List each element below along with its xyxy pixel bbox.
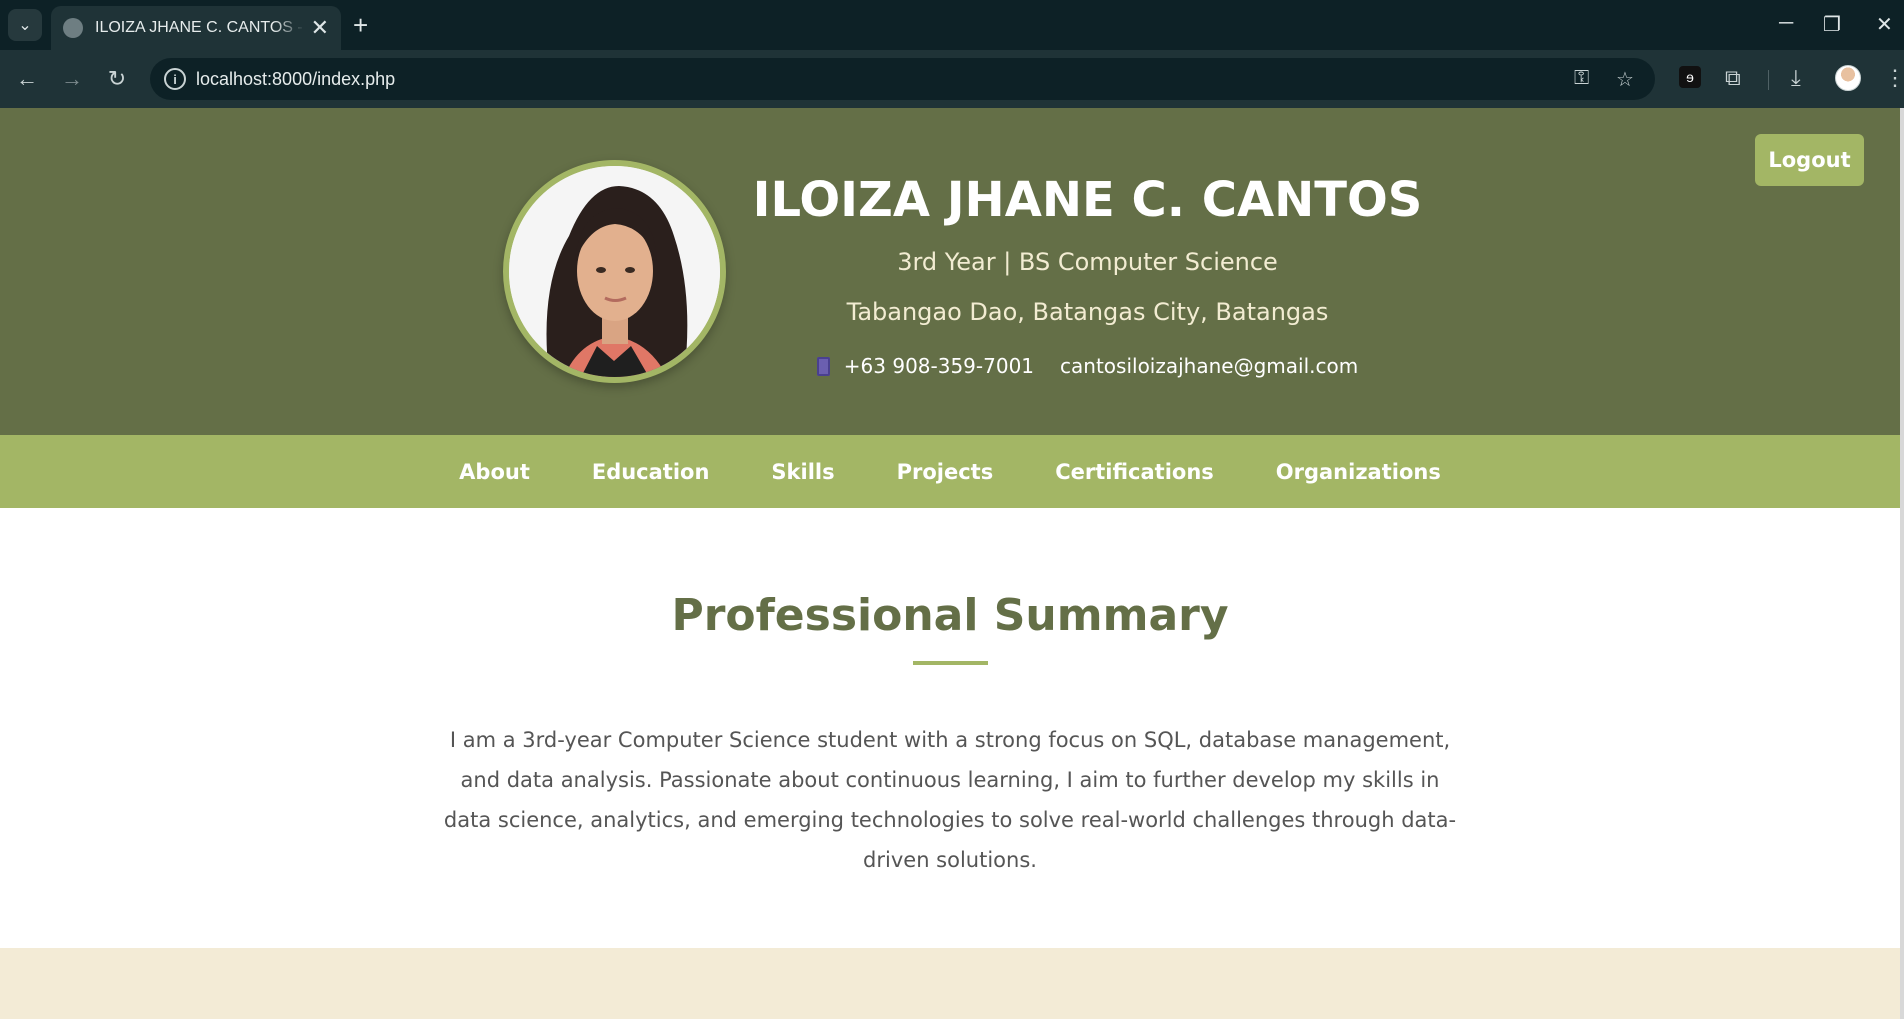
summary-paragraph: I am a 3rd-year Computer Science student… (443, 728, 1457, 872)
close-icon[interactable]: ✕ (311, 17, 329, 39)
profile-name: ILOIZA JHANE C. CANTOS (752, 172, 1423, 228)
profile-header: Logout ILOIZA JHANE C. CANTOS 3rd Year |… (0, 108, 1900, 435)
restore-button[interactable]: ❐ (1823, 12, 1841, 37)
key-icon[interactable]: ⚿ (1574, 67, 1589, 90)
profile-subtitle: 3rd Year | BS Computer Science (897, 248, 1278, 276)
next-section (0, 948, 1900, 1019)
back-button[interactable]: ← (12, 64, 42, 94)
arrow-left-icon: ← (16, 66, 38, 91)
nav-education[interactable]: Education (561, 460, 741, 484)
section-nav: About Education Skills Projects Certific… (0, 435, 1900, 508)
title-underline (913, 661, 988, 665)
window-close-button[interactable]: ✕ (1876, 12, 1893, 37)
email-address: cantosiloizajhane@gmail.com (1060, 354, 1359, 378)
toolbar-divider (1768, 70, 1769, 90)
section-title: Professional Summary (671, 590, 1229, 641)
contact-info: +63 908-359-7001 cantosiloizajhane@gmail… (720, 354, 1455, 378)
extension-icon[interactable]: ɘ (1679, 66, 1701, 88)
portfolio-page: Logout ILOIZA JHANE C. CANTOS 3rd Year |… (0, 108, 1900, 1019)
address-bar[interactable]: i localhost:8000/index.php ⚿ ☆ (150, 58, 1655, 100)
browser-tab-active[interactable]: ILOIZA JHANE C. CANTOS - Portfolio ✕ (51, 6, 341, 50)
profile-photo-image (509, 166, 720, 377)
professional-summary-section: Professional Summary I am a 3rd-year Com… (0, 508, 1900, 1019)
page-viewport: Logout ILOIZA JHANE C. CANTOS 3rd Year |… (0, 108, 1904, 1019)
chevron-down-icon: ⌄ (18, 17, 32, 34)
reload-button[interactable]: ↻ (102, 64, 132, 94)
info-icon[interactable]: i (164, 68, 186, 90)
phone-icon (816, 356, 830, 376)
url-text[interactable]: localhost:8000/index.php (196, 69, 395, 90)
download-icon[interactable]: ⤓ (1791, 65, 1801, 91)
nav-about[interactable]: About (428, 460, 561, 484)
arrow-right-icon: → (61, 66, 83, 91)
reload-icon: ↻ (107, 66, 127, 91)
browser-toolbar: ← → ↻ i localhost:8000/index.php ⚿ ☆ ɘ ⧉… (0, 50, 1904, 108)
nav-skills[interactable]: Skills (740, 460, 865, 484)
page-scrollbar[interactable] (1900, 108, 1904, 1019)
new-tab-button[interactable]: + (353, 12, 368, 38)
forward-button[interactable]: → (57, 64, 87, 94)
nav-certifications[interactable]: Certifications (1024, 460, 1245, 484)
puzzle-icon[interactable]: ⧉ (1725, 65, 1741, 91)
profile-address: Tabangao Dao, Batangas City, Batangas (846, 298, 1329, 326)
nav-organizations[interactable]: Organizations (1245, 460, 1472, 484)
globe-icon (63, 18, 83, 38)
logout-button[interactable]: Logout (1755, 134, 1864, 186)
tab-search-button[interactable]: ⌄ (8, 9, 42, 41)
nav-projects[interactable]: Projects (866, 460, 1025, 484)
profile-photo (503, 160, 726, 383)
phone-number: +63 908-359-7001 (843, 354, 1035, 378)
star-icon[interactable]: ☆ (1616, 67, 1634, 92)
kebab-menu-icon[interactable]: ⋮ (1884, 65, 1904, 91)
tab-title: ILOIZA JHANE C. CANTOS - Portfolio (95, 19, 305, 36)
profile-avatar[interactable] (1835, 65, 1861, 91)
minimize-button[interactable]: ─ (1779, 12, 1793, 35)
browser-tab-strip: ⌄ ILOIZA JHANE C. CANTOS - Portfolio ✕ +… (0, 0, 1904, 50)
